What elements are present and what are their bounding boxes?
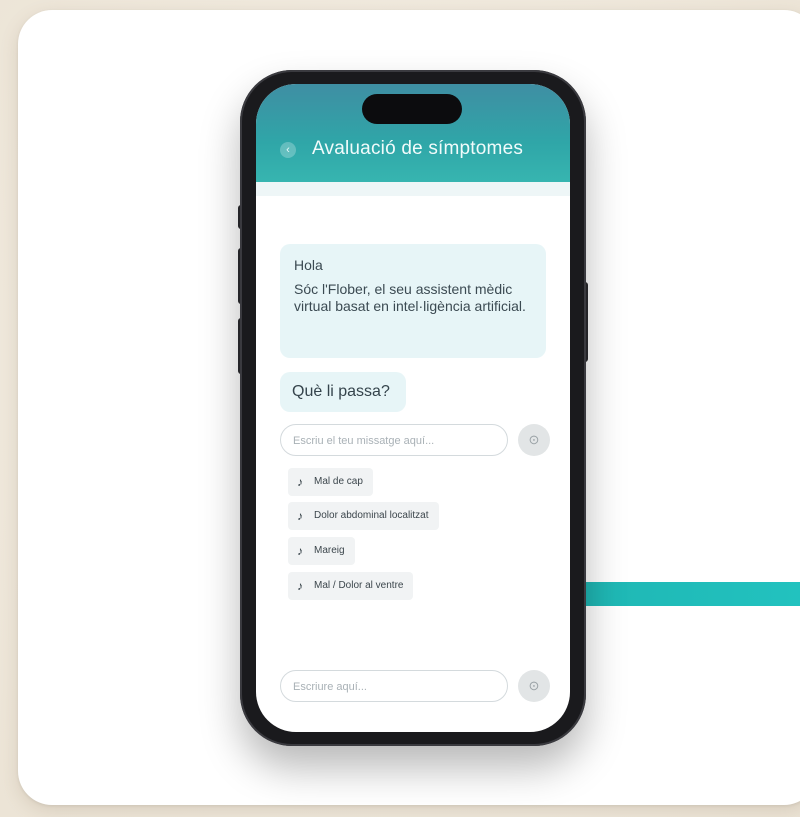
message-input[interactable]: Escriu el teu missatge aquí... (280, 424, 508, 456)
send-icon[interactable]: ⊙ (518, 670, 550, 702)
bot-question: Què li passa? (280, 372, 406, 412)
suggestion-label: Mal de cap (314, 476, 363, 487)
bot-intro-text: Sóc l'Flober, el seu assistent mèdic vir… (294, 281, 526, 314)
suggestion-chip[interactable]: ♪ Mal / Dolor al ventre (288, 572, 414, 600)
music-note-icon: ♪ (297, 475, 303, 489)
suggestion-chip[interactable]: ♪ Dolor abdominal localitzat (288, 502, 439, 530)
page-title: Avaluació de símptomes (312, 138, 524, 159)
phone-frame: ‹ Avaluació de símptomes Hola Sóc l'Flob… (240, 70, 586, 746)
suggestion-chip[interactable]: ♪ Mareig (288, 537, 355, 565)
music-note-icon: ♪ (297, 579, 303, 593)
header-divider (256, 182, 570, 196)
suggestion-chip[interactable]: ♪ Mal de cap (288, 468, 373, 496)
send-icon[interactable]: ⊙ (518, 424, 550, 456)
suggestion-label: Mareig (314, 545, 345, 556)
composer-input[interactable]: Escriure aquí... (280, 670, 508, 702)
phone-screen: ‹ Avaluació de símptomes Hola Sóc l'Flob… (256, 84, 570, 732)
suggestion-label: Dolor abdominal localitzat (314, 510, 429, 521)
accent-bar (583, 582, 800, 606)
bot-message: Hola Sóc l'Flober, el seu assistent mèdi… (280, 244, 546, 358)
background: ‹ Avaluació de símptomes Hola Sóc l'Flob… (0, 0, 800, 817)
suggestion-label: Mal / Dolor al ventre (314, 580, 404, 591)
dynamic-island (362, 94, 462, 124)
bot-question-text: Què li passa? (292, 383, 390, 400)
back-icon[interactable]: ‹ (280, 142, 296, 158)
music-note-icon: ♪ (297, 544, 303, 558)
bot-greeting: Hola (294, 257, 323, 273)
music-note-icon: ♪ (297, 509, 303, 523)
